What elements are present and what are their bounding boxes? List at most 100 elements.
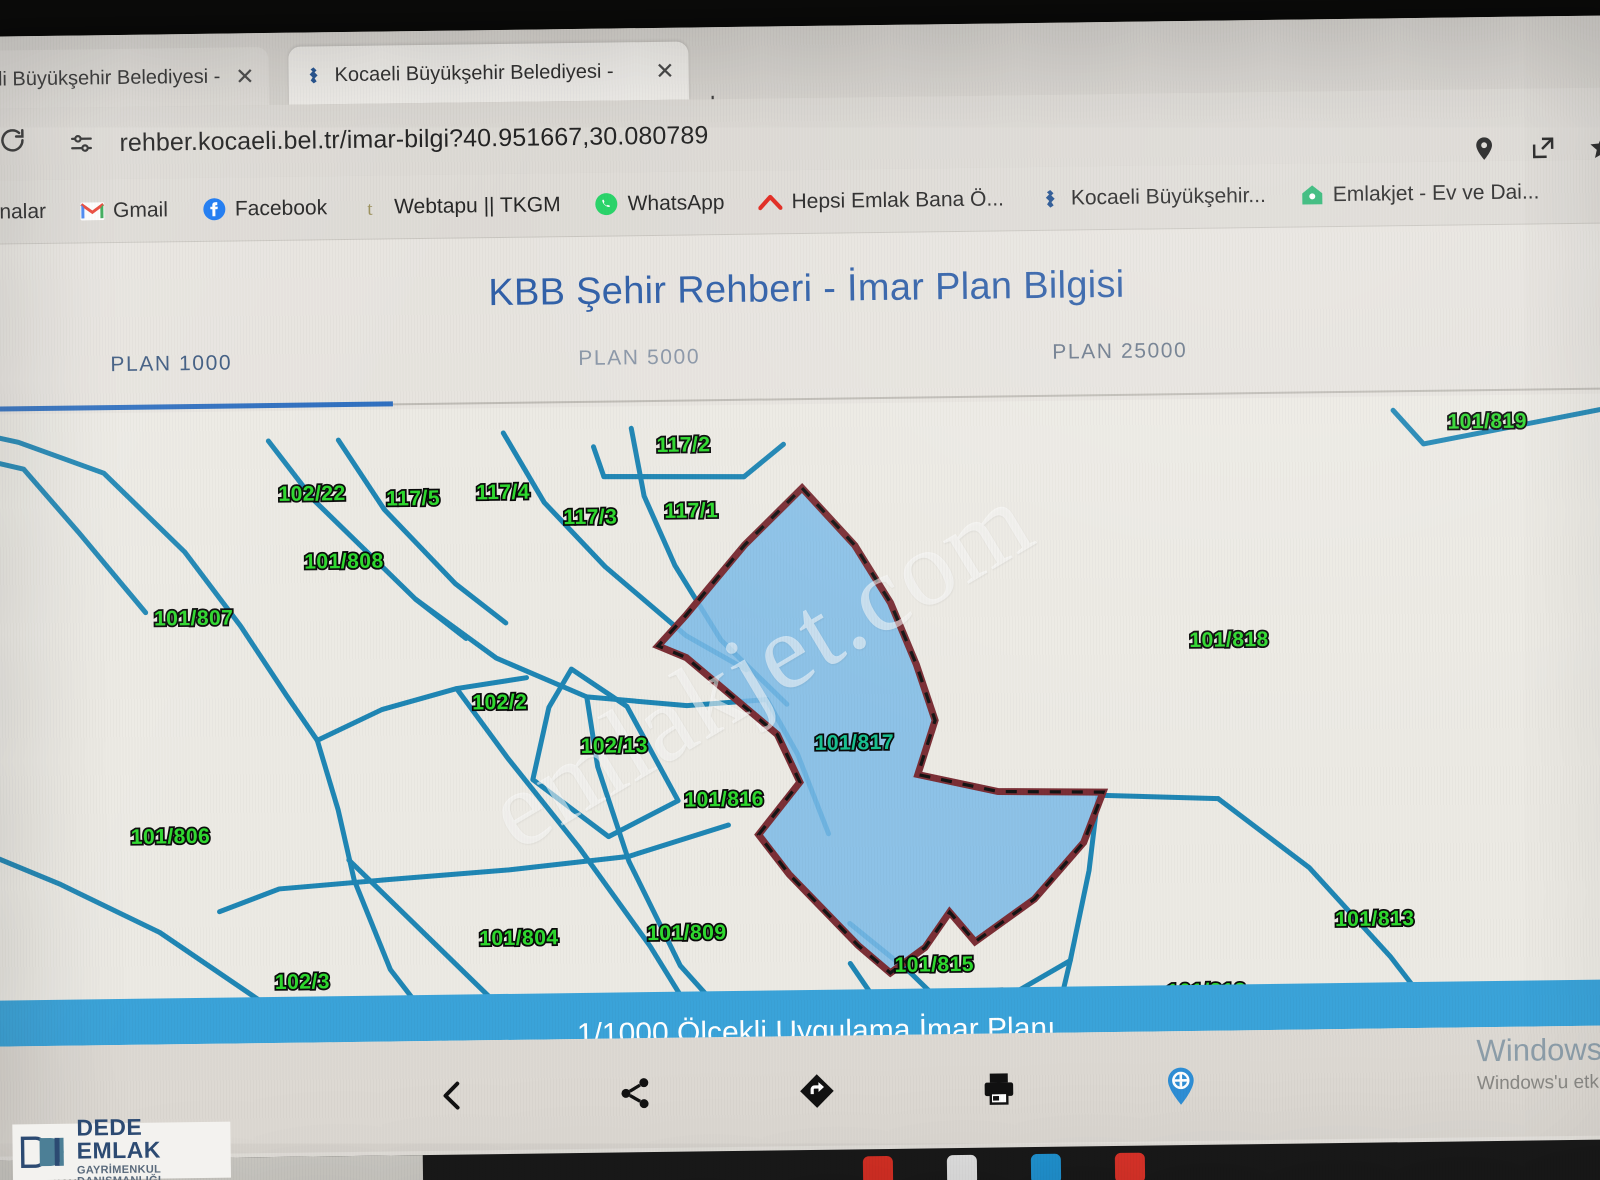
bookmark-item-kocaeli[interactable]: Kocaeli Büyükşehir...	[1038, 183, 1266, 210]
page-content: KBB Şehir Rehberi - İmar Plan Bilgisi PL…	[0, 223, 1600, 1180]
facebook-icon	[202, 197, 226, 221]
reload-icon[interactable]	[0, 125, 36, 164]
hepsiemlak-icon	[758, 190, 783, 214]
back-button[interactable]	[426, 1068, 481, 1123]
page-title: KBB Şehir Rehberi - İmar Plan Bilgisi	[488, 263, 1125, 315]
map-toolbar	[0, 1025, 1600, 1157]
parcel-label-fill: 101/813	[1334, 907, 1415, 932]
parcel-label: 117/4 117/4	[474, 479, 532, 506]
bookmark-item-gmail[interactable]: Gmail	[79, 197, 169, 223]
parcel-label: 117/1 117/1	[662, 497, 720, 524]
webtapu-icon: t	[361, 195, 385, 219]
parcel-label-fill: 117/1	[664, 499, 719, 523]
tab-plan-5000[interactable]: PLAN 5000	[578, 345, 700, 371]
parcel-label-fill: 117/4	[475, 480, 531, 505]
print-button[interactable]	[972, 1061, 1027, 1116]
parcel-label-fill: 102/3	[274, 970, 331, 994]
whatsapp-icon	[594, 192, 618, 216]
logo-title: DEDE EMLAK	[76, 1113, 162, 1164]
browser-tab-1[interactable]: ocaeli Büyükşehir Belediyesi - ✕	[0, 47, 269, 110]
parcel-label: 101/817 101/817	[813, 729, 896, 757]
logo-subtitle: GAYRİMENKUL DANIŞMANLIĞI	[76, 1163, 162, 1180]
app-icon-3[interactable]	[1030, 1153, 1062, 1180]
bookmark-item-webtapu[interactable]: t Webtapu || TKGM	[361, 193, 561, 220]
parcel-label-fill: 117/5	[386, 486, 441, 511]
tab-title: Kocaeli Büyükşehir Belediyesi -	[334, 59, 614, 86]
parcel-label-fill: 102/2	[472, 690, 528, 715]
bookmark-item-hepsiemlak[interactable]: Hepsi Emlak Bana Ö...	[758, 187, 1004, 214]
parcel-label: 101/816 101/816	[682, 786, 765, 814]
app-icon-4[interactable]	[1114, 1152, 1146, 1180]
parcel-label: 117/2 117/2	[655, 431, 713, 458]
imar-plan-map[interactable]: emlakjet.com 102/22 102/22 117/5 117/5 117/4…	[0, 393, 1600, 1047]
site-settings-icon[interactable]	[59, 129, 103, 158]
dd-monogram-icon	[20, 1135, 68, 1170]
parcel-label-fill: 117/2	[656, 433, 711, 457]
parcel-label-fill: 101/817	[814, 730, 895, 755]
bookmark-label: nalar	[0, 199, 47, 224]
parcel-label: 102/13 102/13	[579, 732, 650, 759]
parcel-label: 101/807 101/807	[152, 605, 235, 633]
address-bar-url[interactable]: rehber.kocaeli.bel.tr/imar-bilgi?40.9516…	[119, 121, 708, 158]
bookmark-label: Facebook	[234, 195, 328, 220]
map-vector-layer	[0, 400, 1600, 1047]
browser-tab-2[interactable]: Kocaeli Büyükşehir Belediyesi - ✕	[288, 41, 689, 105]
kocaeli-favicon	[302, 64, 324, 86]
parcel-label: 117/5 117/5	[384, 485, 442, 512]
app-icon-1[interactable]	[862, 1155, 894, 1180]
parcel-label-fill: 102/22	[278, 482, 346, 506]
parcel-label-fill: 101/818	[1189, 627, 1269, 652]
parcel-label-fill: 101/816	[684, 787, 764, 812]
parcel-label: 101/813 101/813	[1333, 905, 1416, 933]
parcel-label: 101/819 101/819	[1446, 408, 1529, 436]
parcel-label: 101/806 101/806	[129, 823, 212, 851]
bookmark-item-folder[interactable]: nalar	[0, 199, 46, 224]
parcel-label: 117/3 117/3	[562, 504, 620, 531]
parcel-label: 101/818 101/818	[1187, 626, 1270, 654]
bookmark-label: Gmail	[112, 197, 169, 222]
svg-text:t: t	[367, 198, 373, 219]
parcel-label-fill: 101/804	[479, 926, 559, 951]
app-icon-2[interactable]	[946, 1154, 978, 1180]
parcel-label-fill: 101/807	[153, 606, 234, 631]
watermark-line-2: Windows'u etkin	[1476, 1071, 1600, 1095]
parcel-label: 102/22 102/22	[277, 480, 348, 507]
kocaeli-favicon	[1038, 186, 1062, 210]
taskbar-app-icons	[862, 1152, 1146, 1180]
parcel-label: 101/809 101/809	[645, 919, 728, 947]
parcel-label-fill: 101/806	[130, 824, 211, 849]
tab-plan-25000[interactable]: PLAN 25000	[1052, 339, 1187, 365]
parcel-label: 101/804 101/804	[477, 924, 560, 952]
directions-button[interactable]	[790, 1064, 845, 1119]
bookmark-item-facebook[interactable]: Facebook	[202, 196, 328, 222]
watermark-line-1: Windows'u	[1476, 1031, 1600, 1069]
share-button[interactable]	[608, 1066, 663, 1121]
windows-activation-watermark: Windows'u Windows'u etkin	[1476, 1031, 1600, 1095]
bookmark-label: Webtapu || TKGM	[393, 192, 561, 218]
parcel-label-fill: 101/808	[304, 549, 384, 574]
parcel-label-fill: 101/815	[894, 952, 975, 977]
parcel-label: 102/2 102/2	[470, 689, 529, 716]
parcel-label-fill: 101/809	[647, 921, 727, 946]
parcel-label-fill: 101/819	[1447, 409, 1528, 434]
bookmark-label: Hepsi Emlak Bana Ö...	[791, 186, 1005, 213]
dede-emlak-logo: DEDE EMLAK GAYRİMENKUL DANIŞMANLIĞI	[12, 1113, 232, 1180]
bookmark-label: WhatsApp	[627, 190, 725, 215]
parcel-label: 101/808 101/808	[302, 548, 385, 576]
parcel-label: 101/815 101/815	[893, 951, 976, 979]
bookmark-item-emlakjet[interactable]: Emlakjet - Ev ve Dai...	[1300, 180, 1540, 207]
tab-plan-1000[interactable]: PLAN 1000	[110, 352, 232, 378]
close-icon[interactable]: ✕	[655, 57, 675, 83]
gmail-icon	[79, 199, 105, 223]
emlakjet-icon	[1300, 183, 1324, 207]
parcel-label-fill: 117/3	[563, 505, 618, 530]
close-icon[interactable]: ✕	[235, 63, 255, 89]
browser-window: ocaeli Büyükşehir Belediyesi - ✕ Kocaeli…	[0, 15, 1600, 1180]
tab-title: ocaeli Büyükşehir Belediyesi -	[0, 65, 221, 91]
locate-button[interactable]	[1154, 1059, 1209, 1114]
photo-of-monitor: ocaeli Büyükşehir Belediyesi - ✕ Kocaeli…	[0, 0, 1600, 1180]
bookmark-label: Kocaeli Büyükşehir...	[1070, 183, 1266, 210]
bookmark-item-whatsapp[interactable]: WhatsApp	[594, 190, 725, 217]
parcel-label-fill: 102/13	[580, 734, 649, 758]
bookmark-label: Emlakjet - Ev ve Dai...	[1332, 179, 1540, 206]
